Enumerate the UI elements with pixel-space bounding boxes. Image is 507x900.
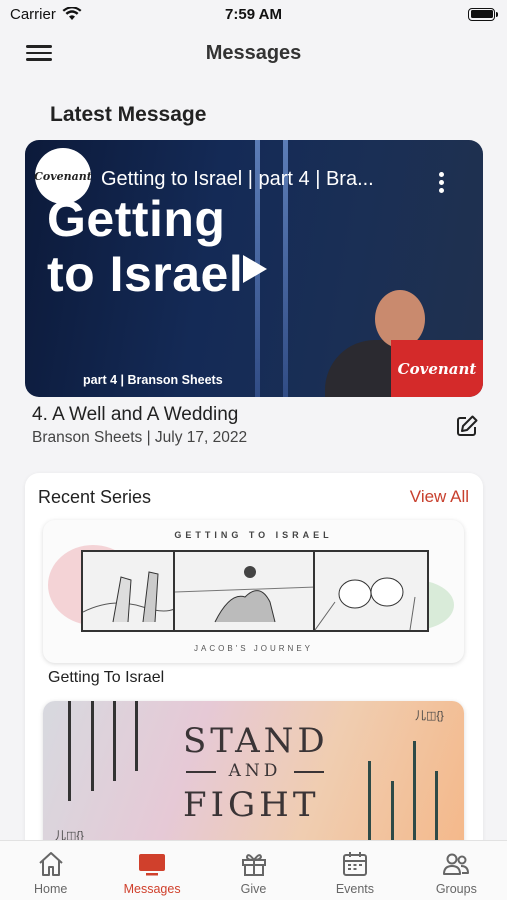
sketch-panel-camel-rider	[173, 550, 318, 632]
calendar-icon	[342, 852, 367, 876]
series-card-getting-to-israel[interactable]: GETTING TO ISRAEL JACOB'S JOURNEY	[43, 520, 464, 663]
gift-icon	[241, 854, 266, 876]
spear-graphic	[68, 701, 71, 801]
series-art-line-3: FIGHT	[183, 785, 320, 825]
wifi-icon	[62, 7, 82, 20]
view-all-link[interactable]: View All	[410, 487, 469, 507]
status-left: Carrier	[10, 6, 82, 23]
series-art-line-1: STAND	[183, 721, 329, 761]
tab-label: Groups	[435, 882, 477, 896]
hamburger-menu-icon[interactable]	[26, 42, 52, 64]
tab-groups[interactable]: Groups	[406, 841, 507, 900]
tab-label: Home	[34, 882, 68, 896]
series-mark: 儿◫{}	[415, 710, 444, 722]
sketch-panel-sheep	[313, 550, 429, 632]
latest-message-heading: Latest Message	[50, 103, 207, 126]
tab-home[interactable]: Home	[0, 841, 101, 900]
series-card-stand-and-fight[interactable]: STAND AND FIGHT 儿◫{} 儿◫{}	[43, 701, 464, 853]
play-icon[interactable]	[239, 253, 271, 285]
brand-badge: Covenant	[391, 340, 483, 397]
tab-label: Events	[335, 882, 375, 896]
arrow-graphic	[413, 741, 416, 851]
video-caption: part 4 | Branson Sheets	[83, 373, 223, 387]
spear-graphic	[135, 701, 138, 771]
app-header: Messages	[0, 30, 507, 76]
latest-message-video[interactable]: Getting to Israel Covenant Getting to Is…	[25, 140, 483, 397]
tv-icon	[139, 854, 166, 876]
channel-logo[interactable]: Covenant	[34, 148, 92, 204]
tab-label: Messages	[123, 882, 181, 896]
tab-give[interactable]: Give	[203, 841, 304, 900]
series-art-title: GETTING TO ISRAEL	[174, 530, 333, 540]
message-meta: Branson Sheets | July 17, 2022	[32, 429, 248, 446]
series-art-subtitle: JACOB'S JOURNEY	[194, 644, 313, 653]
home-icon	[39, 852, 63, 876]
tab-label: Give	[240, 882, 267, 896]
video-big-title: Getting to Israel	[47, 192, 243, 302]
tab-messages[interactable]: Messages	[101, 841, 202, 900]
recent-series-panel: Recent Series View All GETTING TO ISRAEL…	[25, 473, 483, 853]
more-options-icon[interactable]	[439, 172, 445, 194]
video-overlay-title[interactable]: Getting to Israel | part 4 | Bra...	[101, 168, 411, 191]
big-title-line-2: to Israel	[47, 246, 244, 302]
tab-events[interactable]: Events	[304, 841, 405, 900]
status-bar: Carrier 7:59 AM	[0, 0, 507, 28]
spear-graphic	[113, 701, 116, 781]
spear-graphic	[91, 701, 94, 791]
series-label[interactable]: Getting To Israel	[48, 669, 164, 687]
tab-bar: Home Messages Give Events Groups	[0, 840, 507, 900]
series-art-line-2: AND	[186, 761, 324, 781]
sketch-panel-woman-at-well	[81, 550, 184, 632]
people-icon	[443, 853, 470, 875]
page-title: Messages	[205, 41, 302, 64]
edit-notes-icon[interactable]	[455, 414, 479, 438]
message-title[interactable]: 4. A Well and A Wedding	[32, 404, 238, 426]
battery-icon	[468, 7, 498, 21]
recent-series-heading: Recent Series	[38, 487, 152, 507]
carrier-label: Carrier	[10, 5, 56, 23]
